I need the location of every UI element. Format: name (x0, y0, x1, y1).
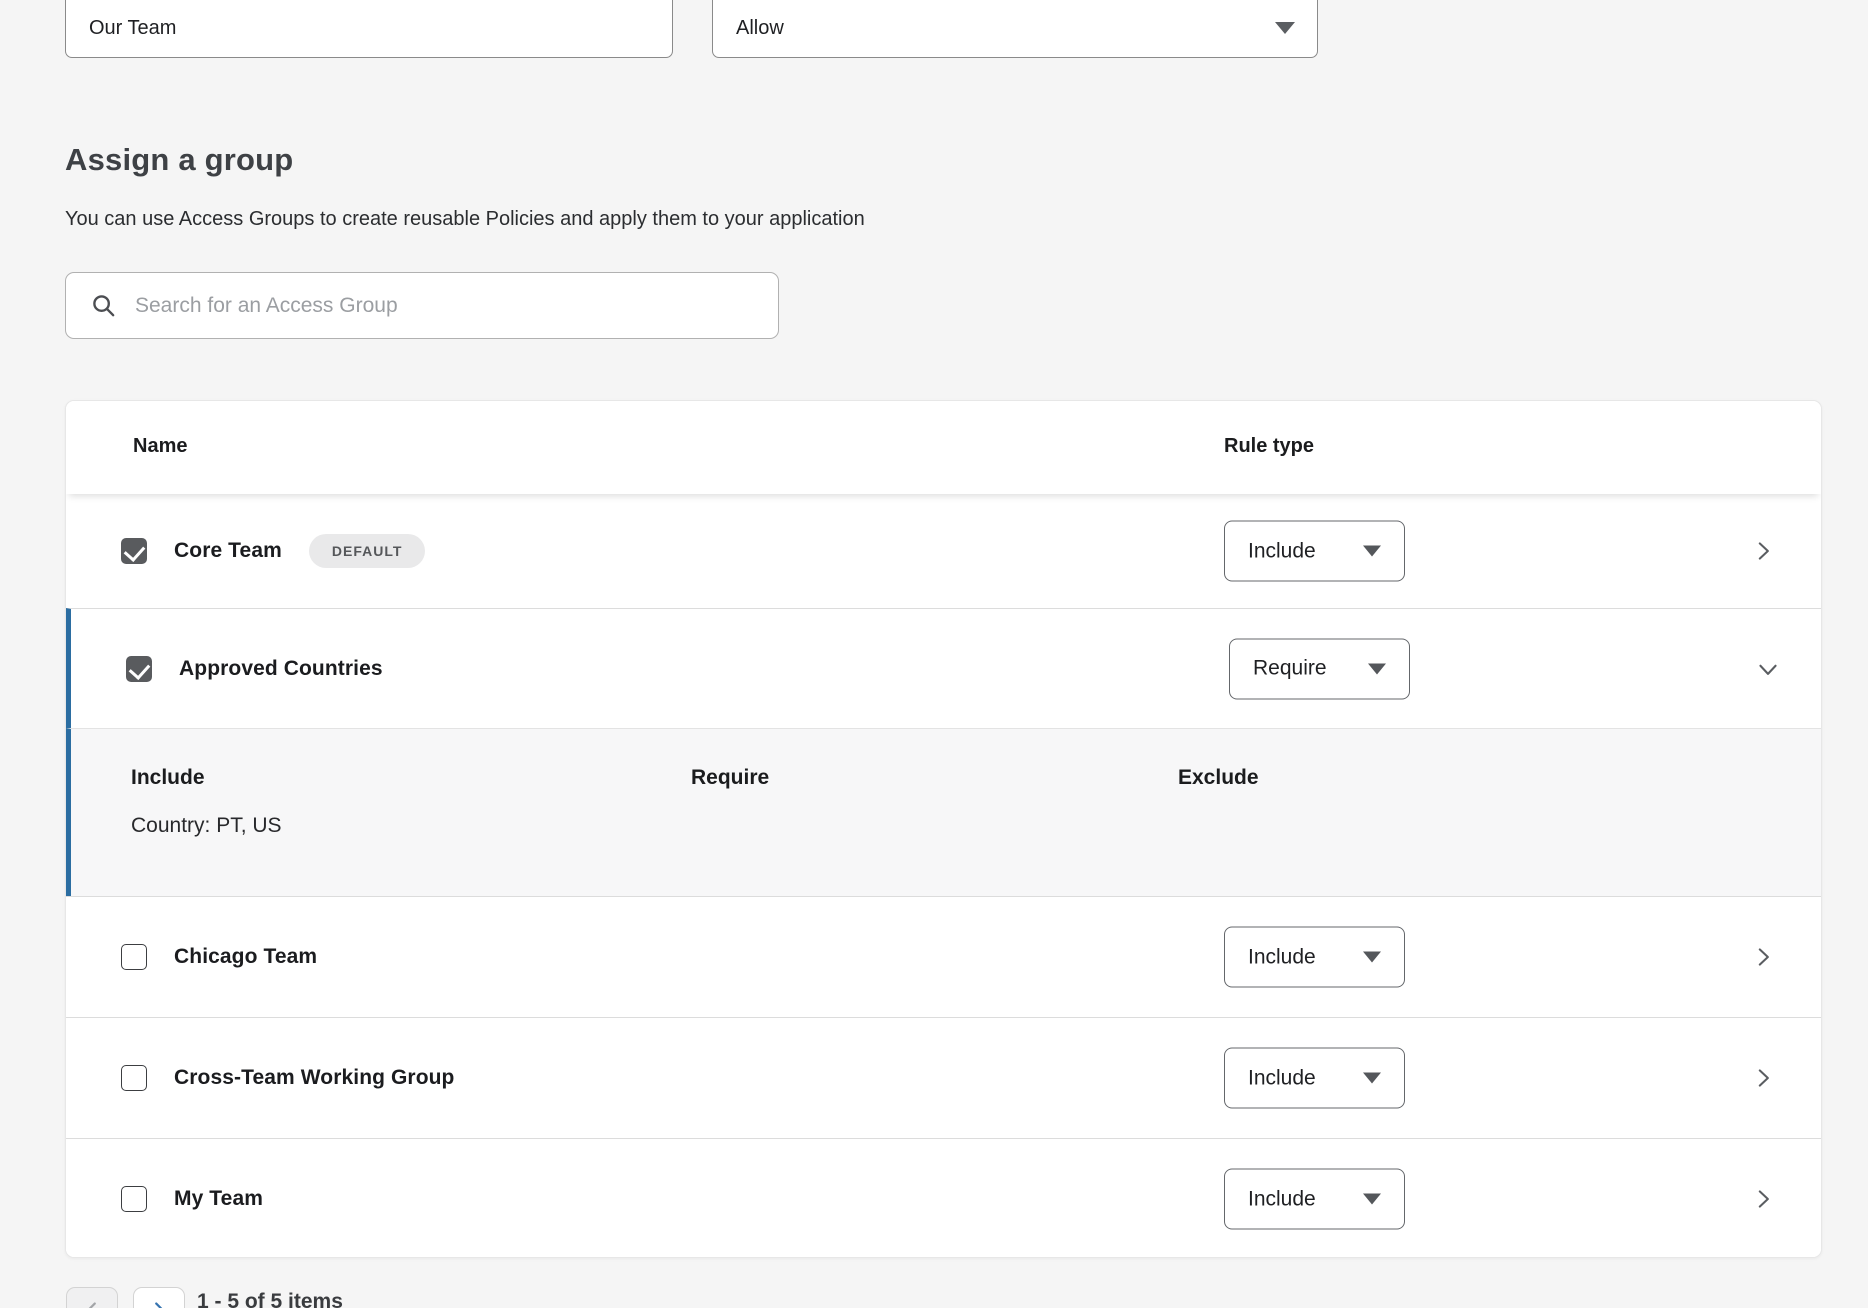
group-name: Approved Countries (179, 657, 383, 681)
require-column: Require (691, 729, 769, 790)
column-header-rule-type: Rule type (1224, 435, 1314, 458)
triangle-down-icon (1275, 22, 1295, 34)
pagination-summary: 1 - 5 of 5 items (197, 1290, 343, 1308)
table-row-chicago-team: Chicago Team Include (66, 896, 1821, 1017)
table-header: Name Rule type (66, 401, 1821, 494)
triangle-down-icon (1363, 546, 1381, 557)
checkbox-core-team[interactable] (121, 538, 147, 564)
approved-countries-detail-panel: Include Country: PT, US Require Exclude (66, 728, 1821, 896)
policy-action-select[interactable]: Allow (712, 0, 1318, 58)
group-name: Core Team (174, 539, 282, 563)
column-header-name: Name (133, 435, 187, 458)
rule-type-select[interactable]: Require (1229, 638, 1410, 699)
include-column: Include Country: PT, US (131, 729, 282, 838)
previous-page-button[interactable] (66, 1287, 118, 1308)
access-policy-page: Allow Assign a group You can use Access … (0, 0, 1868, 1308)
include-column-header: Include (131, 766, 282, 790)
section-description: You can use Access Groups to create reus… (65, 208, 865, 231)
table-row-cross-team-working-group: Cross-Team Working Group Include (66, 1017, 1821, 1138)
rule-type-select[interactable]: Include (1224, 927, 1405, 988)
group-name: My Team (174, 1187, 263, 1211)
search-input[interactable] (135, 294, 758, 318)
chevron-right-icon[interactable] (1750, 1065, 1776, 1091)
default-badge: DEFAULT (309, 534, 426, 568)
page-title: Assign a group (65, 142, 293, 178)
rule-type-select[interactable]: Include (1224, 1048, 1405, 1109)
rule-type-value: Require (1253, 657, 1327, 681)
triangle-down-icon (1368, 663, 1386, 674)
exclude-column: Exclude (1178, 729, 1259, 790)
rule-type-value: Include (1248, 1066, 1316, 1090)
policy-name-input[interactable] (89, 17, 650, 40)
exclude-column-header: Exclude (1178, 766, 1259, 790)
rule-type-value: Include (1248, 1187, 1316, 1211)
chevron-down-icon[interactable] (1755, 656, 1781, 682)
rule-type-select[interactable]: Include (1224, 1169, 1405, 1230)
search-icon (90, 292, 117, 319)
chevron-right-icon[interactable] (1750, 1186, 1776, 1212)
triangle-down-icon (1363, 1194, 1381, 1205)
policy-name-field[interactable] (65, 0, 673, 58)
policy-action-value: Allow (736, 17, 784, 40)
checkbox-my-team[interactable] (121, 1186, 147, 1212)
chevron-right-icon (148, 1299, 170, 1308)
require-column-header: Require (691, 766, 769, 790)
checkbox-cross-team-working-group[interactable] (121, 1065, 147, 1091)
rule-type-select[interactable]: Include (1224, 521, 1405, 582)
table-row-approved-countries: Approved Countries Require (66, 608, 1821, 728)
checkbox-chicago-team[interactable] (121, 944, 147, 970)
table-row-core-team: Core Team DEFAULT Include (66, 494, 1821, 608)
table-row-my-team: My Team Include (66, 1138, 1821, 1258)
access-groups-table: Name Rule type Core Team DEFAULT Include… (65, 400, 1822, 1258)
rule-type-value: Include (1248, 539, 1316, 563)
checkbox-approved-countries[interactable] (126, 656, 152, 682)
access-group-search[interactable] (65, 272, 779, 339)
group-name: Cross-Team Working Group (174, 1066, 455, 1090)
triangle-down-icon (1363, 1073, 1381, 1084)
triangle-down-icon (1363, 952, 1381, 963)
chevron-left-icon (81, 1299, 103, 1308)
chevron-right-icon[interactable] (1750, 944, 1776, 970)
next-page-button[interactable] (133, 1287, 185, 1308)
group-name: Chicago Team (174, 945, 317, 969)
rule-type-value: Include (1248, 945, 1316, 969)
include-rule-value: Country: PT, US (131, 814, 282, 838)
chevron-right-icon[interactable] (1750, 538, 1776, 564)
